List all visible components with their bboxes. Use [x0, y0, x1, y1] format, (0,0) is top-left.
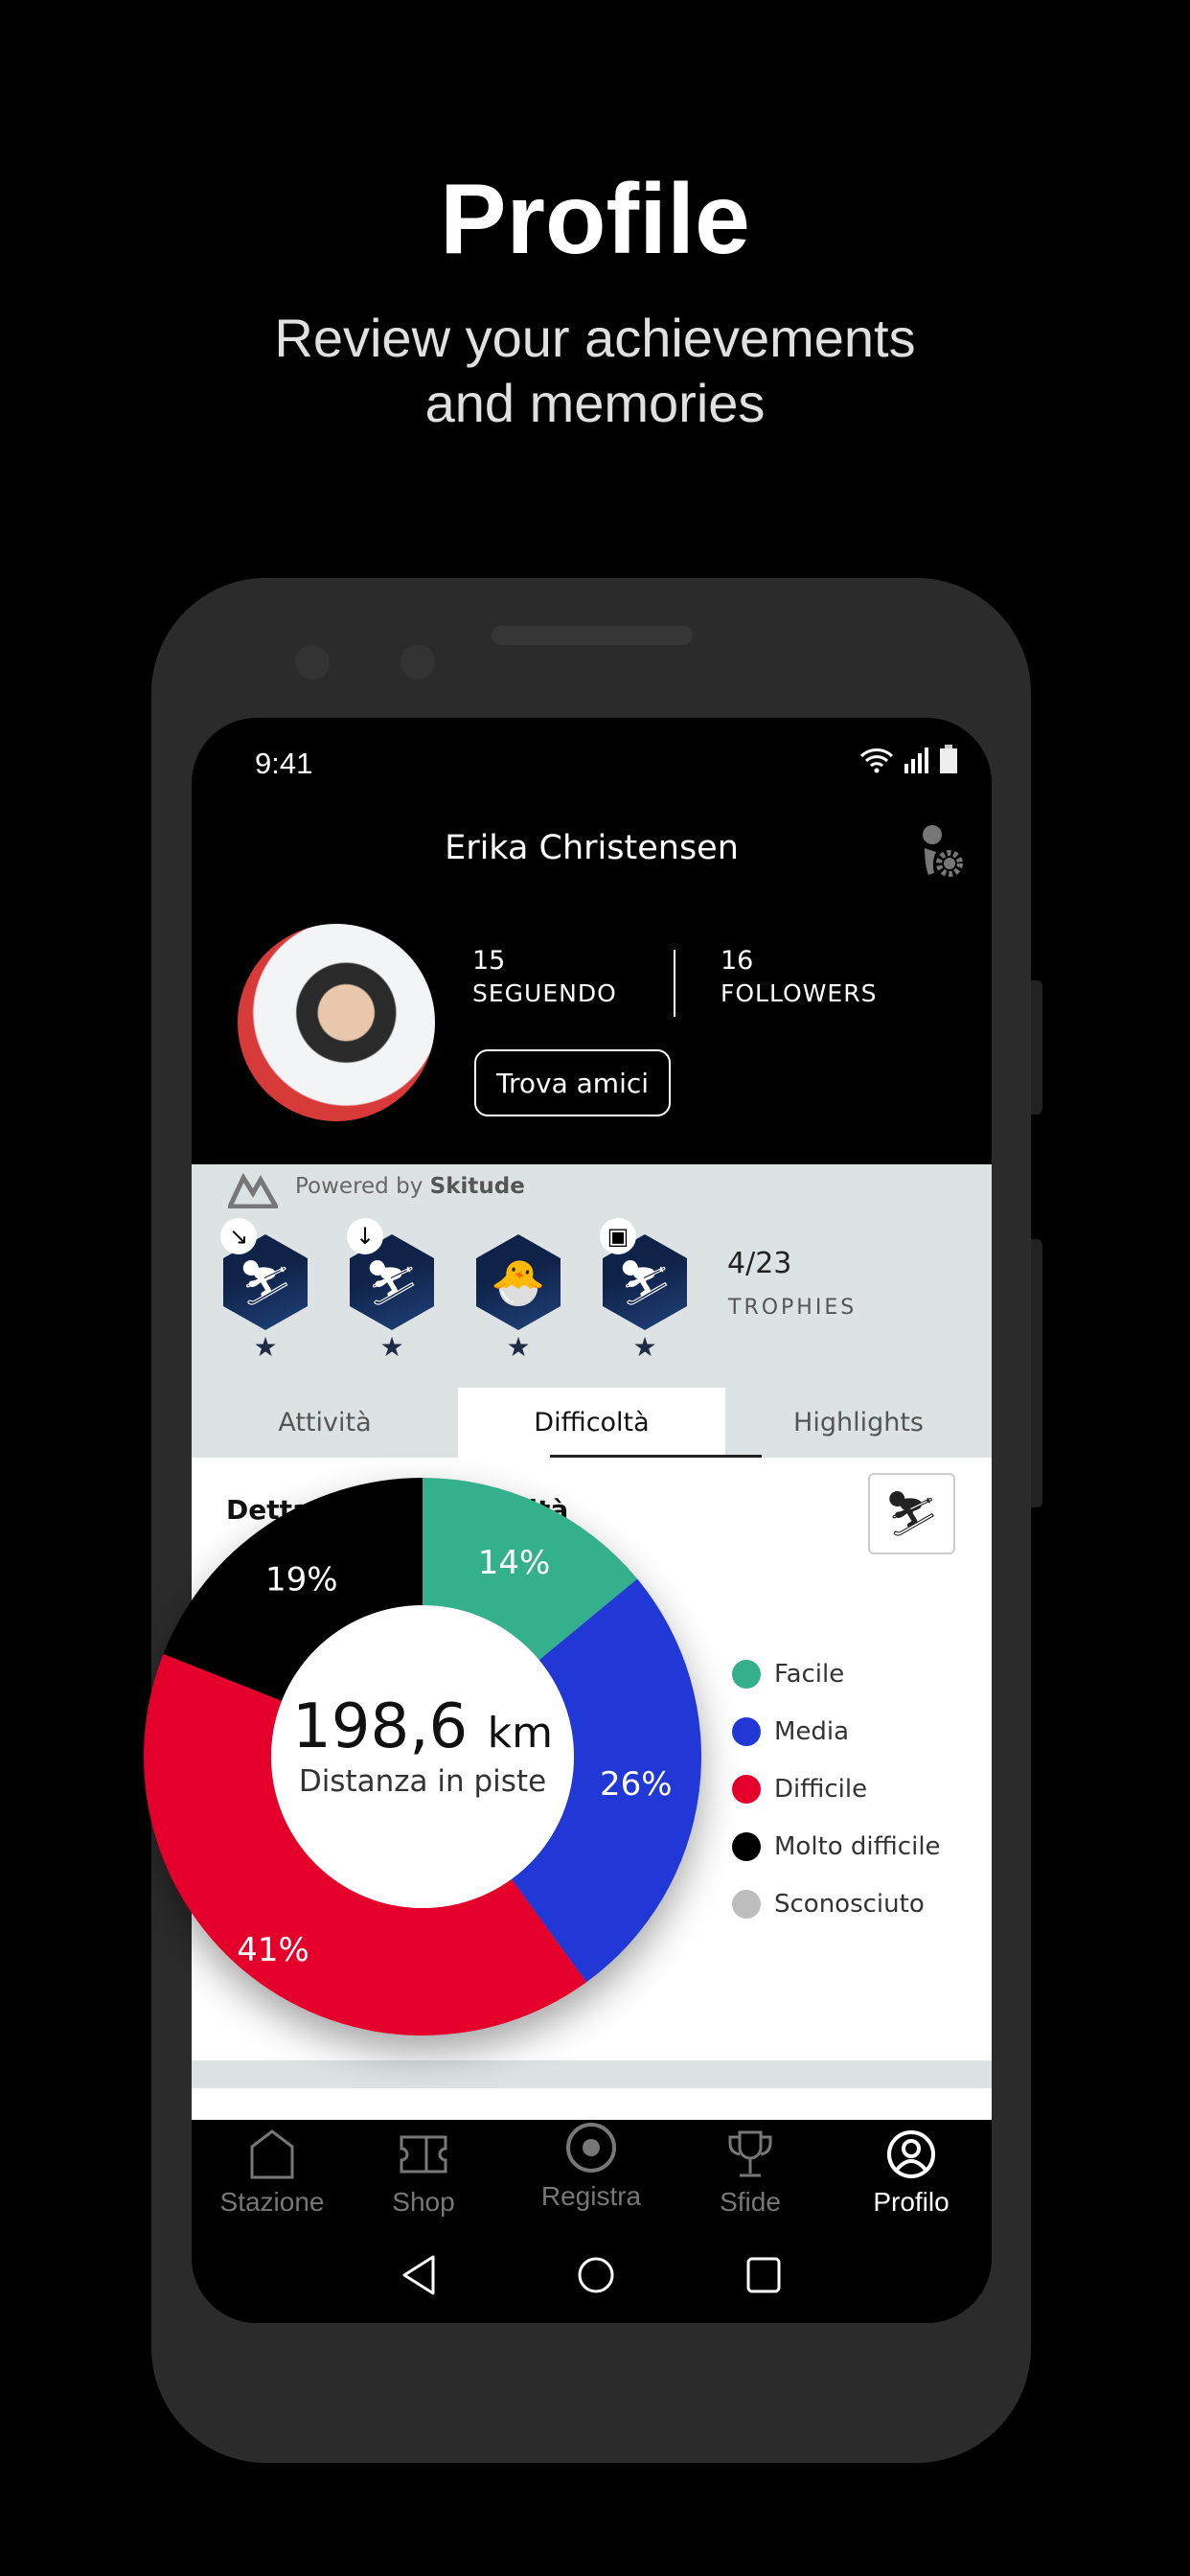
- nav-label: Sfide: [720, 2187, 781, 2217]
- legend-label: Media: [774, 1717, 850, 1746]
- trophy-count: 4/23: [727, 1247, 792, 1280]
- recents-icon[interactable]: [745, 2256, 782, 2294]
- legend-dot: [732, 1717, 761, 1746]
- legend-item: Molto difficile: [732, 1832, 941, 1861]
- bottom-nav: Stazione Shop Registra Sfide Profilo: [192, 2120, 992, 2323]
- record-icon: [566, 2123, 616, 2173]
- legend-dot: [732, 1775, 761, 1804]
- battery-icon: [940, 745, 957, 773]
- slice-label: 26%: [600, 1765, 673, 1804]
- volume-button: [1031, 980, 1042, 1115]
- hero-subtitle-2: and memories: [424, 373, 766, 433]
- trophy-label: TROPHIES: [728, 1296, 858, 1320]
- following-label[interactable]: SEGUENDO: [472, 979, 617, 1007]
- legend-item: Media: [732, 1717, 849, 1746]
- tab-difficolta[interactable]: Difficoltà: [458, 1388, 762, 1458]
- powered-brand: Skitude: [429, 1174, 525, 1199]
- nav-label: Registra: [540, 2181, 642, 2211]
- status-icons: [859, 745, 957, 773]
- nav-sfide[interactable]: Sfide: [674, 2129, 827, 2218]
- skier-icon: ⛷: [883, 1487, 940, 1539]
- arrow-down-icon: ↓: [347, 1218, 383, 1254]
- legend-item: Facile: [732, 1660, 844, 1689]
- powered-by: Powered by Skitude: [295, 1174, 525, 1199]
- followers-label[interactable]: FOLLOWERS: [721, 979, 877, 1007]
- sensor: [400, 645, 435, 679]
- slice-label: 14%: [478, 1544, 551, 1582]
- nav-profilo[interactable]: Profilo: [835, 2129, 988, 2218]
- slice-label: 19%: [265, 1560, 338, 1598]
- camera: [295, 645, 330, 679]
- distance-value: 198,6: [292, 1691, 469, 1762]
- powered-prefix: Powered by: [295, 1174, 423, 1199]
- ski-filter-button[interactable]: ⛷: [868, 1473, 955, 1554]
- skitude-logo-icon: [228, 1172, 278, 1208]
- signal-icon: [904, 748, 928, 773]
- legend-label: Facile: [774, 1660, 845, 1689]
- legend-label: Molto difficile: [774, 1832, 941, 1861]
- legend-item: Sconosciuto: [732, 1890, 925, 1919]
- slice-label: 41%: [237, 1931, 309, 1969]
- profile-icon: [887, 2130, 935, 2178]
- star-icon: ★: [506, 1331, 531, 1363]
- nav-label: Shop: [392, 2187, 455, 2217]
- avatar[interactable]: [238, 924, 435, 1121]
- arrow-diagonal-icon: ↘: [220, 1218, 257, 1254]
- user-settings-icon[interactable]: [915, 823, 965, 877]
- nav-label: Profilo: [873, 2187, 950, 2217]
- home-circle-icon[interactable]: [577, 2256, 615, 2294]
- next-card: [192, 2088, 992, 2120]
- trophy-icon: [728, 2130, 772, 2177]
- hero-title: Profile: [440, 164, 750, 275]
- legend-label: Difficile: [774, 1775, 868, 1804]
- speaker: [492, 626, 693, 645]
- profile-name: Erika Christensen: [445, 829, 739, 867]
- ticket-icon: [400, 2135, 447, 2174]
- back-icon[interactable]: [400, 2254, 439, 2296]
- legend-item: Difficile: [732, 1775, 867, 1804]
- calendar-icon: ▣: [600, 1218, 636, 1254]
- nav-label: Stazione: [219, 2187, 325, 2217]
- legend-dot: [732, 1832, 761, 1861]
- tab-label: Difficoltà: [534, 1408, 650, 1438]
- divider-strip: [192, 2060, 992, 2088]
- nav-registra[interactable]: Registra: [515, 2122, 668, 2212]
- star-icon: ★: [632, 1331, 657, 1363]
- find-friends-button[interactable]: Trova amici: [474, 1049, 671, 1116]
- nav-shop[interactable]: Shop: [347, 2129, 500, 2218]
- stats-divider: [674, 950, 675, 1017]
- legend-dot: [732, 1890, 761, 1919]
- donut-center: 198,6 km Distanza in piste: [279, 1691, 566, 1799]
- followers-count[interactable]: 16: [721, 946, 753, 976]
- power-button: [1031, 1239, 1042, 1507]
- nav-stazione[interactable]: Stazione: [195, 2129, 349, 2218]
- wifi-icon: [859, 748, 894, 773]
- star-icon: ★: [253, 1331, 278, 1363]
- legend-dot: [732, 1660, 761, 1689]
- following-count[interactable]: 15: [472, 946, 505, 976]
- distance-label: Distanza in piste: [298, 1764, 547, 1799]
- legend-label: Sconosciuto: [774, 1890, 925, 1919]
- tab-highlights[interactable]: Highlights: [725, 1388, 992, 1458]
- star-icon: ★: [379, 1331, 404, 1363]
- tab-attivita[interactable]: Attività: [192, 1388, 458, 1458]
- home-icon: [250, 2129, 294, 2179]
- distance-unit: km: [487, 1709, 553, 1758]
- hero-subtitle-1: Review your achievements: [274, 308, 916, 368]
- status-time: 9:41: [255, 747, 313, 780]
